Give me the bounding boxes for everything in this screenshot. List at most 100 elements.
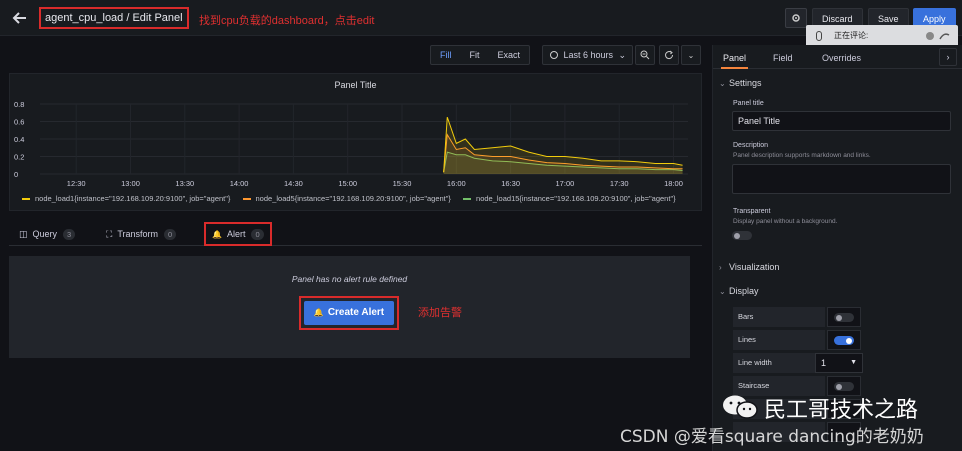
create-alert-highlight: 🔔 Create Alert <box>299 296 399 330</box>
section-settings-label: Settings <box>729 78 762 88</box>
caret-down-icon: ▼ <box>850 359 857 366</box>
voice-popup: 正在评论: <box>806 25 958 47</box>
zoom-out-icon[interactable] <box>635 45 655 65</box>
tab-alert[interactable]: 🔔 Alert 0 <box>204 222 272 246</box>
gear-icon[interactable] <box>785 8 807 28</box>
legend-item[interactable]: node_load1{instance="192.168.109.20:9100… <box>22 194 230 203</box>
bars-label: Bars <box>733 307 825 327</box>
x-tick-label: 14:30 <box>284 179 303 188</box>
view-mode-exact[interactable]: Exact <box>489 46 530 64</box>
description-textarea[interactable] <box>732 164 951 194</box>
lines-label: Lines <box>733 330 825 350</box>
lines-toggle[interactable] <box>834 336 854 345</box>
lines-control <box>827 330 861 350</box>
y-tick-label: 0.2 <box>14 153 24 162</box>
y-tick-label: 0 <box>14 170 18 179</box>
transparent-toggle[interactable] <box>732 231 752 240</box>
time-range-picker[interactable]: Last 6 hours ⌄ <box>542 45 633 65</box>
section-settings[interactable]: ⌄ Settings <box>719 78 762 88</box>
x-tick-label: 13:00 <box>121 179 140 188</box>
panel-preview: Panel Title 0 0.2 0.4 0.6 0.8 12:30 13:00 13:30… <box>9 73 702 211</box>
x-tick-label: 15:00 <box>338 179 357 188</box>
tab-transform-label: Transform <box>117 229 158 239</box>
tab-query-count: 3 <box>63 228 76 240</box>
bell-icon: 🔔 <box>313 308 324 317</box>
x-tick-label: 16:00 <box>447 179 466 188</box>
x-tick-label: 18:00 <box>664 179 683 188</box>
x-tick-label: 16:30 <box>501 179 520 188</box>
description-hint: Panel description supports markdown and … <box>733 152 871 159</box>
section-visualization-label: Visualization <box>729 262 780 272</box>
bell-icon: 🔔 <box>212 229 222 239</box>
collapse-pane-icon[interactable]: › <box>939 48 957 66</box>
voice-popup-text: 正在评论: <box>834 31 869 40</box>
description-label: Description <box>733 142 769 149</box>
options-tabs: Panel Field Overrides › <box>713 45 962 69</box>
chevron-down-icon: ⌄ <box>719 287 726 296</box>
tab-query[interactable]: ◫ Query 3 <box>19 222 76 246</box>
chevron-down-icon: ⌄ <box>719 79 726 88</box>
section-visualization[interactable]: › Visualization <box>719 262 779 272</box>
voice-controls-icon[interactable] <box>922 30 952 42</box>
x-tick-label: 17:30 <box>610 179 629 188</box>
x-tick-label: 13:30 <box>175 179 194 188</box>
legend-item[interactable]: node_load5{instance="192.168.109.20:9100… <box>242 194 451 203</box>
view-mode-switch[interactable]: Fill Fit Exact <box>430 45 531 65</box>
line-width-select[interactable]: 1 ▼ <box>815 353 863 373</box>
refresh-icon[interactable] <box>659 45 679 65</box>
staircase-toggle[interactable] <box>834 382 854 391</box>
options-pane: Panel Field Overrides › ⌄ Settings Panel … <box>712 45 962 451</box>
bars-control <box>827 307 861 327</box>
clock-icon <box>550 51 558 59</box>
bars-toggle[interactable] <box>834 313 854 322</box>
section-display-label: Display <box>729 286 759 296</box>
annotation-add-alert: 添加告警 <box>418 307 462 319</box>
line-width-label: Line width <box>733 353 825 373</box>
panel-title-label: Panel title <box>733 100 764 107</box>
chart-legend: node_load1{instance="192.168.109.20:9100… <box>22 194 686 203</box>
transparent-label: Transparent <box>733 208 771 215</box>
section-display[interactable]: ⌄ Display <box>719 286 759 296</box>
no-alert-rule-text: Panel has no alert rule defined <box>291 274 408 284</box>
watermark-title: 民工哥技术之路 <box>764 398 919 423</box>
time-series-chart: 0 0.2 0.4 0.6 0.8 12:30 13:00 13:30 14:00 14:30 15… <box>14 100 688 188</box>
watermark-csdn: CSDN @爱看square dancing的老奶奶 <box>620 427 924 447</box>
series-area <box>443 117 683 174</box>
panel-title-input[interactable]: Panel Title <box>732 111 951 131</box>
breadcrumb[interactable]: agent_cpu_load / Edit Panel <box>39 7 189 29</box>
wechat-logo-icon <box>723 395 758 419</box>
y-tick-label: 0.6 <box>14 118 24 127</box>
tab-query-label: Query <box>32 229 58 239</box>
chevron-right-icon: › <box>719 263 722 272</box>
tab-alert-count: 0 <box>251 228 264 240</box>
annotation-title: 找到cpu负载的dashboard，点击edit <box>199 15 375 27</box>
tab-field[interactable]: Field <box>773 45 793 69</box>
tab-alert-label: Alert <box>226 229 246 239</box>
x-tick-label: 15:30 <box>393 179 412 188</box>
create-alert-button[interactable]: 🔔 Create Alert <box>304 301 394 325</box>
view-mode-fit[interactable]: Fit <box>461 46 489 64</box>
x-tick-label: 14:00 <box>230 179 249 188</box>
refresh-interval-chevron-icon[interactable]: ⌄ <box>681 45 701 65</box>
chevron-down-icon: ⌄ <box>618 50 626 60</box>
line-width-value: 1 <box>821 358 827 368</box>
back-arrow-icon[interactable] <box>10 8 30 28</box>
y-tick-label: 0.8 <box>14 100 24 109</box>
y-tick-label: 0.4 <box>14 135 24 144</box>
transparent-hint: Display panel without a background. <box>733 218 838 225</box>
tab-overrides[interactable]: Overrides <box>822 45 861 69</box>
microphone-icon <box>816 31 822 41</box>
transform-icon: ⛶ <box>106 228 113 239</box>
editor-tabs: ◫ Query 3 ⛶ Transform 0 🔔 Alert 0 <box>9 222 702 246</box>
x-tick-label: 12:30 <box>67 179 86 188</box>
tab-panel[interactable]: Panel <box>721 45 749 69</box>
tab-transform[interactable]: ⛶ Transform 0 <box>106 222 177 246</box>
alert-pane: Panel has no alert rule defined 🔔 Create … <box>9 256 690 358</box>
view-mode-fill[interactable]: Fill <box>431 46 461 64</box>
legend-item[interactable]: node_load15{instance="192.168.109.20:910… <box>463 194 676 203</box>
time-range-label: Last 6 hours <box>563 50 614 60</box>
x-tick-label: 17:00 <box>556 179 575 188</box>
tab-transform-count: 0 <box>163 228 177 240</box>
create-alert-label: Create Alert <box>327 307 385 318</box>
database-icon: ◫ <box>19 228 28 239</box>
